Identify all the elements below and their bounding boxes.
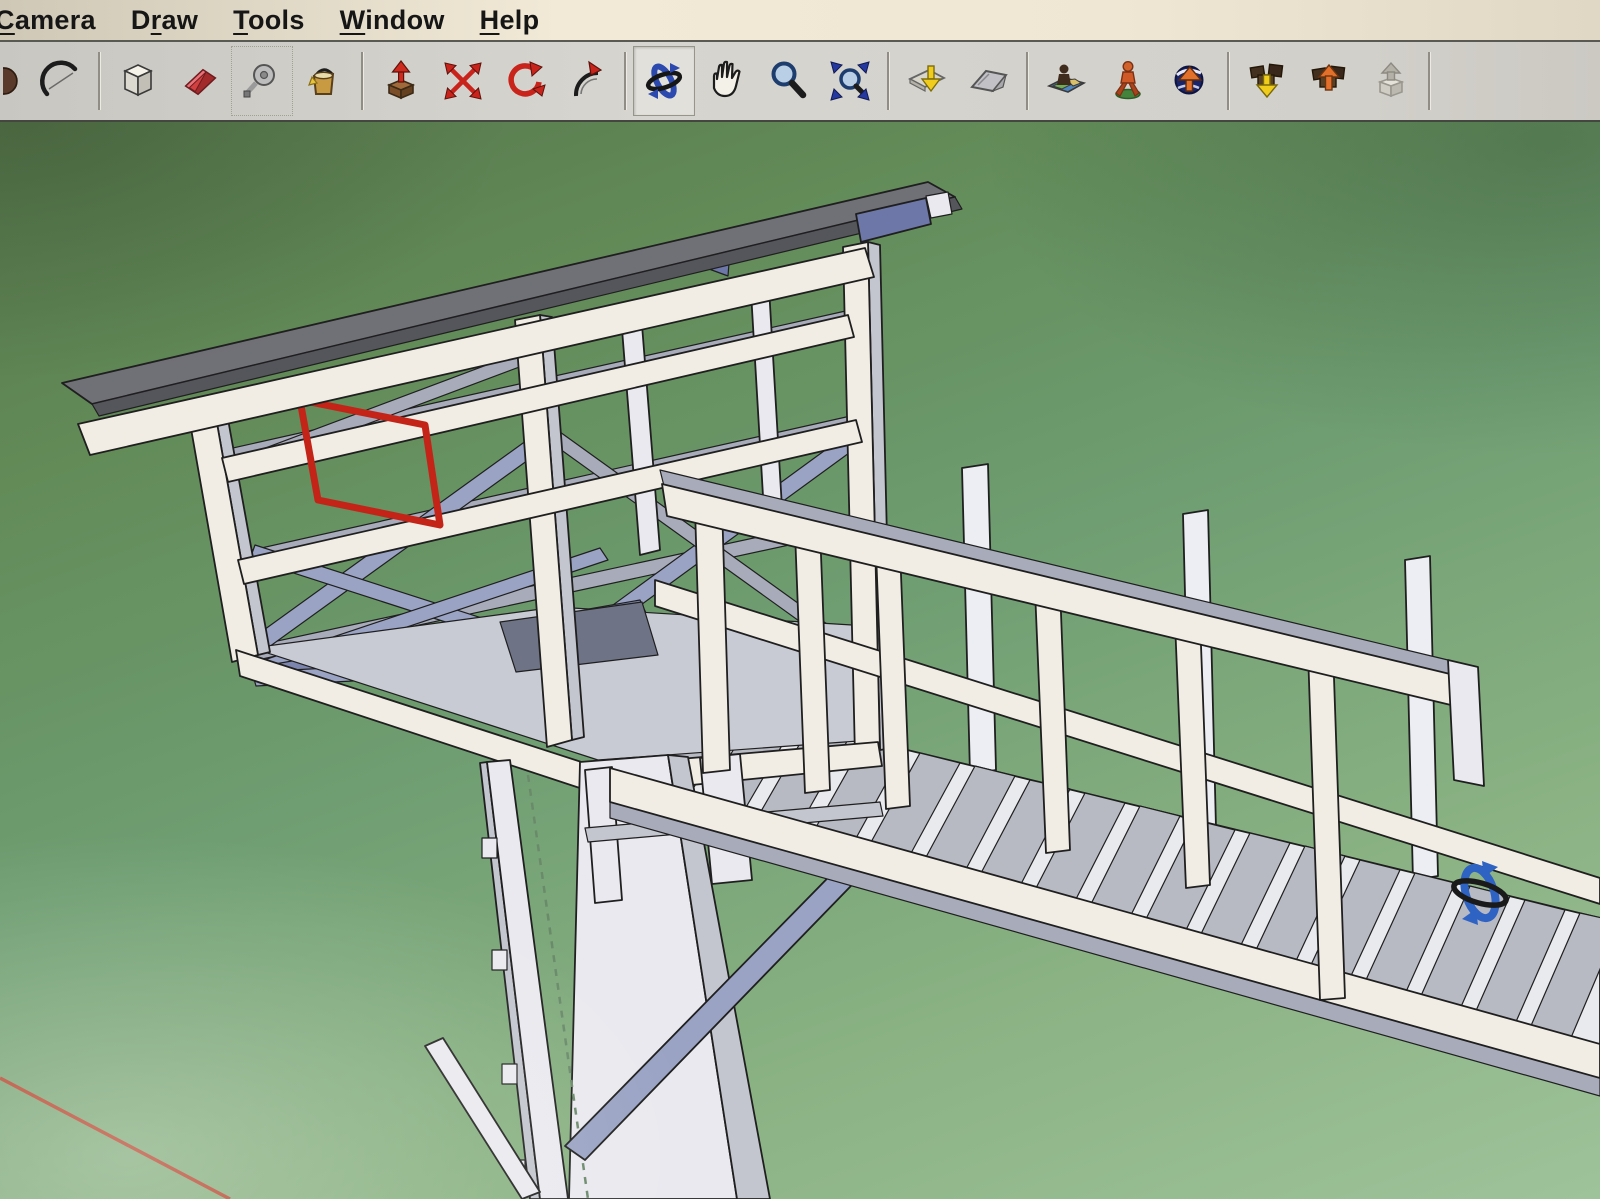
menu-camera[interactable]: Camera bbox=[0, 5, 98, 36]
zoom-extents-icon bbox=[827, 58, 873, 104]
arc-tool-button[interactable] bbox=[30, 46, 92, 116]
get-models-icon bbox=[1244, 58, 1290, 104]
move-icon bbox=[440, 58, 486, 104]
get-current-view-icon bbox=[904, 58, 950, 104]
orbit-icon bbox=[641, 58, 687, 104]
red-axis bbox=[0, 1078, 230, 1199]
photo-textures-button[interactable] bbox=[1035, 46, 1097, 116]
orbit-button[interactable] bbox=[633, 46, 695, 116]
share-model-icon bbox=[1306, 58, 1352, 104]
toolbar bbox=[0, 42, 1600, 122]
pan-icon bbox=[703, 58, 749, 104]
menu-draw[interactable]: Draw bbox=[129, 5, 200, 36]
place-model-google-earth-icon bbox=[1167, 58, 1213, 104]
toolbar-separator bbox=[98, 52, 101, 110]
position-camera-icon bbox=[1105, 58, 1151, 104]
model-canvas[interactable] bbox=[0, 122, 1600, 1199]
position-camera-button[interactable] bbox=[1097, 46, 1159, 116]
share-model-button[interactable] bbox=[1298, 46, 1360, 116]
zoom-extents-button[interactable] bbox=[819, 46, 881, 116]
photo-textures-icon bbox=[1043, 58, 1089, 104]
toolbar-separator bbox=[1428, 52, 1431, 110]
zoom-icon bbox=[765, 58, 811, 104]
arc-tool-icon bbox=[38, 58, 84, 104]
circle-tool-icon bbox=[3, 58, 29, 104]
push-pull-icon bbox=[378, 58, 424, 104]
eraser-button[interactable] bbox=[169, 46, 231, 116]
circle-tool-button[interactable] bbox=[2, 46, 30, 116]
toggle-terrain-icon bbox=[966, 58, 1012, 104]
menu-bar: Camera Draw Tools Window Help bbox=[0, 0, 1600, 42]
make-component-button[interactable] bbox=[107, 46, 169, 116]
tape-measure-button[interactable] bbox=[231, 46, 293, 116]
paint-bucket-button[interactable] bbox=[293, 46, 355, 116]
toolbar-separator bbox=[624, 52, 627, 110]
move-button[interactable] bbox=[432, 46, 494, 116]
toolbar-separator bbox=[361, 52, 364, 110]
menu-help[interactable]: Help bbox=[478, 5, 542, 36]
paint-bucket-icon bbox=[301, 58, 347, 104]
make-component-icon bbox=[115, 58, 161, 104]
get-current-view-button[interactable] bbox=[896, 46, 958, 116]
share-component-button[interactable] bbox=[1360, 46, 1422, 116]
push-pull-button[interactable] bbox=[370, 46, 432, 116]
toolbar-separator bbox=[887, 52, 890, 110]
rotate-icon bbox=[502, 58, 548, 104]
sketchup-window: Camera Draw Tools Window Help bbox=[0, 0, 1600, 1199]
eraser-icon bbox=[177, 58, 223, 104]
toolbar-separator bbox=[1026, 52, 1029, 110]
pan-button[interactable] bbox=[695, 46, 757, 116]
offset-button[interactable] bbox=[556, 46, 618, 116]
place-model-google-earth-button[interactable] bbox=[1159, 46, 1221, 116]
toolbar-separator bbox=[1227, 52, 1230, 110]
menu-tools[interactable]: Tools bbox=[231, 5, 307, 36]
zoom-button[interactable] bbox=[757, 46, 819, 116]
model-viewport[interactable] bbox=[0, 122, 1600, 1199]
menu-window[interactable]: Window bbox=[338, 5, 447, 36]
get-models-button[interactable] bbox=[1236, 46, 1298, 116]
toggle-terrain-button[interactable] bbox=[958, 46, 1020, 116]
tape-measure-icon bbox=[239, 58, 285, 104]
rotate-button[interactable] bbox=[494, 46, 556, 116]
offset-icon bbox=[564, 58, 610, 104]
share-component-icon bbox=[1368, 58, 1414, 104]
